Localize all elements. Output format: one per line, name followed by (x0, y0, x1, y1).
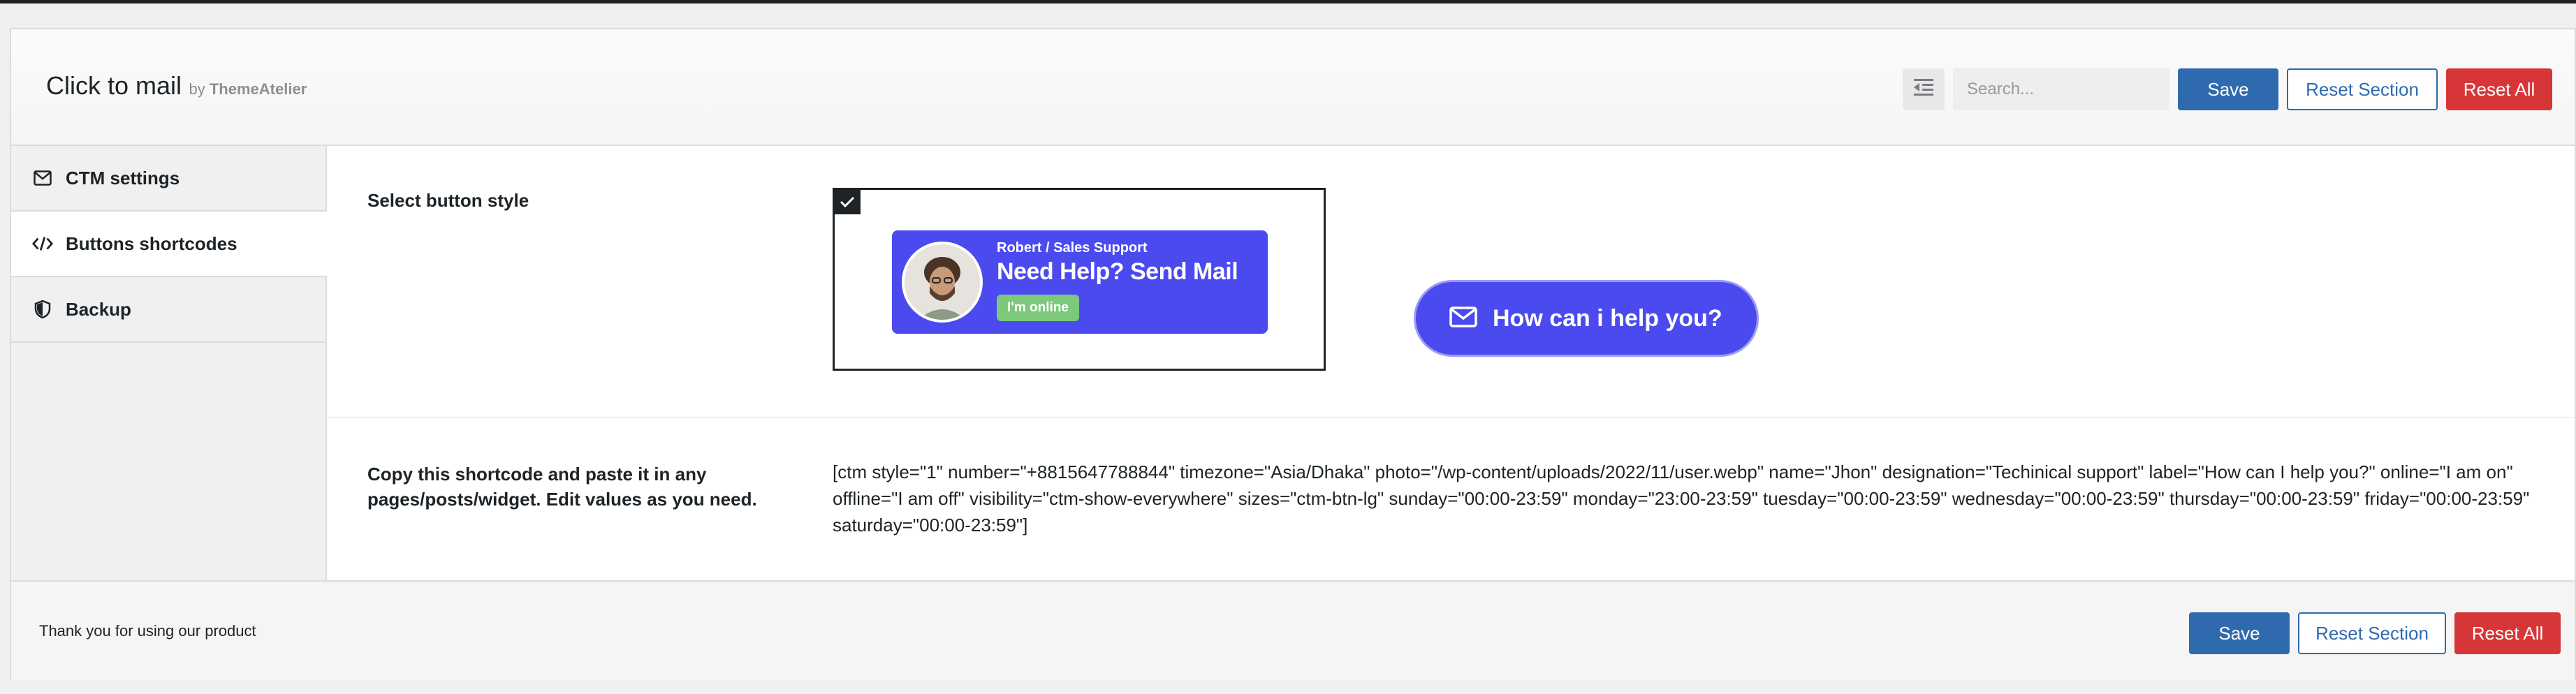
header-actions: Save Reset Section Reset All (1903, 68, 2552, 110)
online-status-badge: I'm online (997, 295, 1079, 321)
sidebar-item-label: CTM settings (66, 167, 180, 189)
checkmark-icon (834, 189, 861, 214)
sidebar-item-label: Buttons shortcodes (66, 232, 237, 254)
outdent-icon (1914, 78, 1933, 101)
button-style-field: Select button style Robert / Sales Suppo… (327, 146, 2575, 418)
reset-all-button[interactable]: Reset All (2454, 612, 2561, 654)
page-title: Click to mail (46, 71, 182, 100)
sidebar-item-ctm-settings[interactable]: CTM settings (11, 146, 325, 212)
card-label: Need Help? Send Mail (997, 258, 1238, 285)
panel-header: Click to mail by ThemeAtelier Save Reset… (11, 29, 2575, 146)
brand: Click to mail by ThemeAtelier (46, 71, 307, 101)
panel-footer: Thank you for using our product Save Res… (11, 580, 2575, 680)
card-designation: Robert / Sales Support (997, 240, 1148, 256)
field-label: Copy this shortcode and paste it in any … (367, 464, 757, 510)
vendor-name: ThemeAtelier (209, 80, 307, 98)
settings-panel: Click to mail by ThemeAtelier Save Reset… (10, 28, 2576, 680)
button-style-option-2[interactable]: How can i help you? (1414, 280, 1759, 357)
search-input[interactable] (1953, 68, 2169, 110)
code-icon (32, 233, 53, 254)
reset-section-button[interactable]: Reset Section (2298, 612, 2446, 654)
envelope-icon (32, 168, 53, 189)
sidebar: CTM settings Buttons shortcodes Backup (11, 146, 327, 580)
pill-button-label: How can i help you? (1493, 304, 1722, 332)
field-label: Select button style (367, 190, 529, 211)
save-button[interactable]: Save (2189, 612, 2290, 654)
shortcode-text[interactable]: [ctm style="1" number="+8815647788844" t… (833, 459, 2537, 538)
avatar (902, 242, 983, 323)
admin-top-bar (0, 0, 2576, 3)
button-preview-card: Robert / Sales Support Need Help? Send M… (892, 230, 1268, 334)
expand-all-button[interactable] (1903, 68, 1945, 110)
reset-section-button[interactable]: Reset Section (2287, 68, 2438, 110)
by-prefix: by (189, 80, 205, 98)
sidebar-item-buttons-shortcodes[interactable]: Buttons shortcodes (11, 212, 327, 277)
envelope-icon (1449, 306, 1477, 331)
footer-actions: Save Reset Section Reset All (2189, 612, 2561, 654)
sidebar-item-backup[interactable]: Backup (11, 277, 325, 343)
save-button[interactable]: Save (2178, 68, 2278, 110)
sidebar-item-label: Backup (66, 298, 131, 320)
reset-all-button[interactable]: Reset All (2446, 68, 2552, 110)
shortcode-field: Copy this shortcode and paste it in any … (327, 420, 2575, 580)
button-style-option-1[interactable]: Robert / Sales Support Need Help? Send M… (833, 188, 1326, 371)
main-content: Select button style Robert / Sales Suppo… (327, 146, 2575, 580)
brand-vendor: by ThemeAtelier (189, 80, 307, 98)
shield-icon (32, 299, 53, 320)
footer-text: Thank you for using our product (39, 622, 256, 640)
